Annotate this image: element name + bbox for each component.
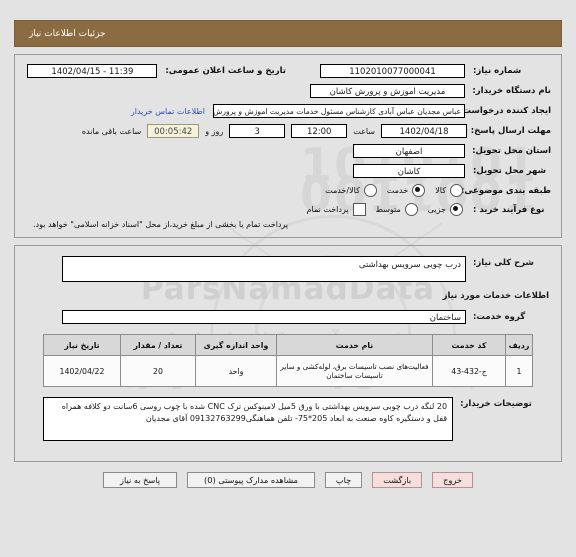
cell-name: فعالیت‌های نصب تاسیسات برق، لوله‌کشی و س… [276,355,433,387]
page-root: جزئیات اطلاعات نیاز شماره نیاز: 11020100… [0,0,576,488]
col-qty: تعداد / مقدار [120,334,196,356]
category-option-kala-label: کالا [435,186,446,195]
respond-button[interactable]: پاسخ به نیاز [103,472,178,488]
radio-icon-khedmat[interactable] [412,184,426,197]
payment-note: پرداخت تمام یا بخشی از مبلغ خرید،از محل … [33,220,289,229]
services-table: ردیف کد خدمت نام خدمت واحد اندازه گیری ت… [43,334,533,387]
row-deadline: مهلت ارسال پاسخ: تا تاریخ: 1402/04/18 سا… [25,124,551,138]
buyer-notes-field: 20 لنگه درب چوبی سرویس بهداشتی با ورق 5م… [43,397,454,441]
cell-quantity: 20 [120,355,196,387]
col-index: ردیف [505,334,533,356]
city-field: کاشان [353,164,465,178]
purchase-type-label: نوع فرآیند خرید : [473,204,545,215]
top-spacer [0,0,576,20]
radio-icon-kala[interactable] [450,184,463,197]
buyer-notes-row: توضیحات خریدار: 20 لنگه درب چوبی سرویس ب… [25,387,551,451]
category-option-khedmat-label: خدمت [386,186,409,195]
radio-icon-kala-khedmat[interactable] [363,184,377,197]
action-button-bar: خروج بازگشت چاپ مشاهده مدارک پیوستی (0) … [0,462,576,488]
payment-checkbox-label: پرداخت نمام [306,205,349,214]
province-field: اصفهان [353,144,465,158]
days-label: روز و [205,126,224,136]
buyer-contact-link[interactable]: اطلاعات تماس خریدار [131,107,205,116]
deadline-time-field: 12:00 [291,124,348,138]
countdown-label: ساعت باقی مانده [81,126,142,136]
cell-unit: واحد [195,355,277,387]
col-code: کد خدمت [432,334,506,356]
view-attachments-button[interactable]: مشاهده مدارک پیوستی (0) [187,472,315,488]
row-city: شهر محل تحویل: کاشان [25,164,551,178]
category-option-khedmat[interactable]: خدمت [386,184,426,197]
services-table-wrap: ردیف کد خدمت نام خدمت واحد اندازه گیری ت… [25,334,551,387]
category-option-kala-khedmat-label: کالا/خدمت [325,186,360,195]
province-label: استان محل تحویل: [472,146,551,156]
buyer-org-label: نام دستگاه خریدار: [472,86,551,96]
service-group-field: ساختمان [62,310,466,324]
cell-date: 1402/04/22 [43,355,121,387]
col-unit: واحد اندازه گیری [195,334,277,356]
category-option-kala-khedmat[interactable]: کالا/خدمت [325,184,377,197]
cell-index: 1 [505,355,533,387]
remaining-days-field: 3 [229,124,286,138]
row-buyer-org: نام دستگاه خریدار: مدیریت اموزش و پرورش … [25,84,551,98]
category-label: طبقه بندی موضوعی: [461,185,551,196]
row-service-group: گروه خدمت: ساختمان [25,310,551,324]
deadline-label: مهلت ارسال پاسخ: تا تاریخ: [434,126,551,136]
page-title: جزئیات اطلاعات نیاز [29,28,106,39]
buyer-org-field: مدیریت اموزش و پرورش کاشان [310,84,465,98]
general-description-field: درب چوبی سرویس بهداشتی [62,256,466,282]
print-button[interactable]: چاپ [324,472,363,488]
row-general-description: شرح کلی نیاز: درب چوبی سرویس بهداشتی [25,256,551,282]
announce-date-label: تاریخ و ساعت اعلان عمومی: [165,66,286,76]
table-row: 1 ج-432-43 فعالیت‌های نصب تاسیسات برق، ل… [43,355,533,387]
cell-code: ج-432-43 [432,355,506,387]
description-panel: شرح کلی نیاز: درب چوبی سرویس بهداشتی اطل… [14,245,562,462]
need-number-label: شماره نیاز: [473,66,522,76]
row-need-number: شماره نیاز: 1102010077000041 تاریخ و ساع… [25,64,551,78]
countdown-timer: 00:05:42 [147,124,200,138]
need-info-panel: شماره نیاز: 1102010077000041 تاریخ و ساع… [14,54,562,238]
exit-button[interactable]: خروج [432,472,473,488]
col-name: نام خدمت [276,334,433,356]
creator-field: عباس مجدیان عباس آبادی کارشناس مسئول خدم… [213,104,465,118]
creator-label: ایجاد کننده درخواست: [459,106,551,116]
purchase-type-option-jozei-label: جزیی [427,205,446,214]
announce-date-field: 1402/04/15 - 11:39 [27,64,158,78]
table-header-row: ردیف کد خدمت نام خدمت واحد اندازه گیری ت… [43,334,533,356]
col-date: تاریخ نیاز [43,334,121,356]
category-option-kala[interactable]: کالا [435,184,463,197]
purchase-type-option-motevaset-label: متوسط [375,205,401,214]
radio-icon-motevaset[interactable] [404,203,418,216]
buyer-notes-label: توضیحات خریدار: [460,399,532,409]
row-purchase-type: نوع فرآیند خرید : جزیی متوسط پرداخت نمام [25,203,551,216]
deadline-date-field: 1402/04/18 [381,124,467,138]
row-province: استان محل تحویل: اصفهان [25,144,551,158]
purchase-type-option-motevaset[interactable]: متوسط [376,203,418,216]
page-title-bar: جزئیات اطلاعات نیاز [14,20,562,47]
purchase-type-option-jozei[interactable]: جزیی [428,203,463,216]
radio-icon-jozei[interactable] [450,203,463,216]
service-group-label: گروه خدمت: [473,312,526,322]
checkbox-icon-payment[interactable] [352,203,366,216]
hour-label: ساعت [353,126,375,136]
row-creator: ایجاد کننده درخواست: عباس مجدیان عباس آب… [25,104,551,118]
city-label: شهر محل تحویل: [473,166,546,176]
need-number-field: 1102010077000041 [320,64,465,78]
general-description-label: شرح کلی نیاز: [473,258,534,268]
row-category: طبقه بندی موضوعی: کالا خدمت کالا/خدمت [25,184,551,197]
payment-checkbox-wrap[interactable]: پرداخت نمام [307,203,366,216]
services-section-title: اطلاعات خدمات مورد نیاز [442,291,549,301]
row-payment-note: پرداخت تمام یا بخشی از مبلغ خرید،از محل … [25,220,551,229]
back-button[interactable]: بازگشت [372,472,423,488]
